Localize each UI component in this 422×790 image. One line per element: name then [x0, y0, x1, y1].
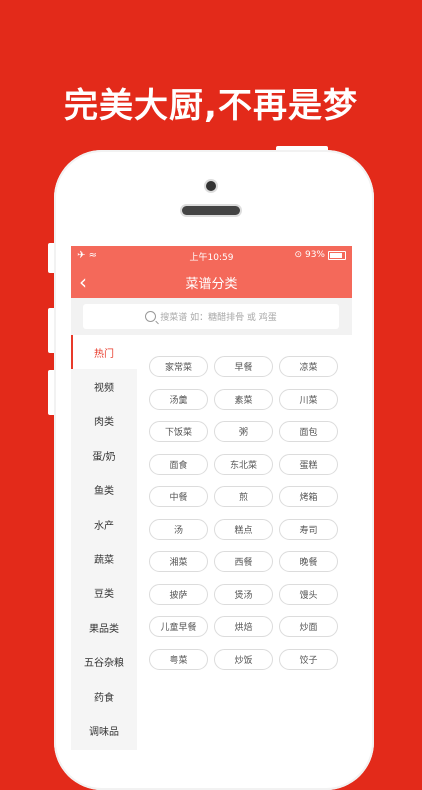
search-bar: 搜菜谱 如：糖醋排骨 或 鸡蛋 — [71, 298, 352, 335]
search-input[interactable]: 搜菜谱 如：糖醋排骨 或 鸡蛋 — [83, 304, 339, 329]
category-tag[interactable]: 湘菜 — [149, 551, 208, 572]
category-tag[interactable]: 面包 — [279, 421, 338, 442]
category-tag[interactable]: 蛋糕 — [279, 453, 338, 475]
page-title: 菜谱分类 — [185, 277, 238, 292]
category-tag[interactable]: 素菜 — [214, 388, 273, 410]
category-tag[interactable]: 粥 — [214, 421, 273, 442]
category-tag[interactable]: 中餐 — [149, 486, 208, 507]
category-sidebar: 热门 视频 肉类 蛋/奶 鱼类 水产 蔬菜 豆类 果品类 五谷杂粮 药食 调味品 — [71, 335, 137, 750]
app-screen: ✈ ≈ 上午10:59 ⊙ 93% ‹ 菜谱分类 搜菜谱 如：糖醋排骨 或 鸡蛋… — [71, 246, 352, 750]
sidebar-item[interactable]: 药食 — [71, 679, 137, 713]
category-tag[interactable]: 川菜 — [279, 388, 338, 410]
category-tag[interactable]: 寿司 — [279, 518, 338, 540]
sidebar-item[interactable]: 豆类 — [71, 576, 137, 610]
category-tag[interactable]: 烤箱 — [279, 486, 338, 507]
status-right: ⊙ 93% — [294, 250, 346, 260]
sidebar-item[interactable]: 肉类 — [71, 404, 137, 438]
sidebar-item[interactable]: 调味品 — [71, 713, 137, 747]
sidebar-item[interactable]: 蛋/奶 — [71, 438, 137, 472]
battery-percent: 93% — [304, 250, 325, 260]
category-tag[interactable]: 炒面 — [279, 616, 338, 637]
sidebar-item[interactable]: 五谷杂粮 — [71, 645, 137, 679]
category-tag[interactable]: 面食 — [149, 453, 208, 475]
search-placeholder: 搜菜谱 如：糖醋排骨 或 鸡蛋 — [160, 313, 277, 323]
category-tag[interactable]: 汤羹 — [149, 388, 208, 410]
sidebar-item[interactable]: 果品类 — [71, 610, 137, 644]
sidebar-item[interactable]: 热门 — [71, 335, 137, 370]
headline: 完美大厨,不再是梦 — [64, 86, 358, 126]
sidebar-item[interactable]: 蔬菜 — [71, 541, 137, 575]
category-tag[interactable]: 早餐 — [214, 356, 273, 377]
sidebar-item[interactable]: 鱼类 — [71, 473, 137, 507]
status-bar: ✈ ≈ 上午10:59 ⊙ 93% — [71, 246, 352, 266]
category-tag[interactable]: 馒头 — [279, 583, 338, 605]
category-tag[interactable]: 汤 — [149, 518, 208, 540]
earpiece-speaker — [182, 206, 240, 215]
search-icon — [145, 311, 157, 322]
battery-icon — [328, 250, 346, 260]
category-tag[interactable]: 西餐 — [214, 551, 273, 572]
category-tag[interactable]: 下饭菜 — [149, 421, 208, 442]
category-tag[interactable]: 炒饭 — [214, 648, 273, 670]
category-tag[interactable]: 家常菜 — [149, 356, 208, 377]
category-tag[interactable]: 糕点 — [214, 518, 273, 540]
category-tag[interactable]: 饺子 — [279, 648, 338, 670]
category-tag[interactable]: 儿童早餐 — [149, 616, 208, 637]
sidebar-item[interactable]: 水产 — [71, 507, 137, 541]
category-tag[interactable]: 粤菜 — [149, 648, 208, 670]
nav-bar: ‹ 菜谱分类 — [71, 266, 352, 298]
category-tag[interactable]: 晚餐 — [279, 551, 338, 572]
category-tag[interactable]: 烘焙 — [214, 616, 273, 637]
category-tag[interactable]: 东北菜 — [214, 453, 273, 475]
category-tag[interactable]: 煎 — [214, 486, 273, 507]
category-tag[interactable]: 披萨 — [149, 583, 208, 605]
category-tag[interactable]: 煲汤 — [214, 583, 273, 605]
tag-grid: 家常菜 早餐 凉菜汤羹 素菜 川菜下饭菜粥面包面食 东北菜 蛋糕中餐煎烤箱汤糕点 寿司湘菜 西餐… — [149, 356, 343, 670]
category-tag[interactable]: 凉菜 — [279, 356, 338, 377]
rotation-lock-icon: ⊙ — [294, 250, 302, 260]
sidebar-item[interactable]: 视频 — [71, 369, 137, 403]
front-camera — [206, 181, 216, 191]
